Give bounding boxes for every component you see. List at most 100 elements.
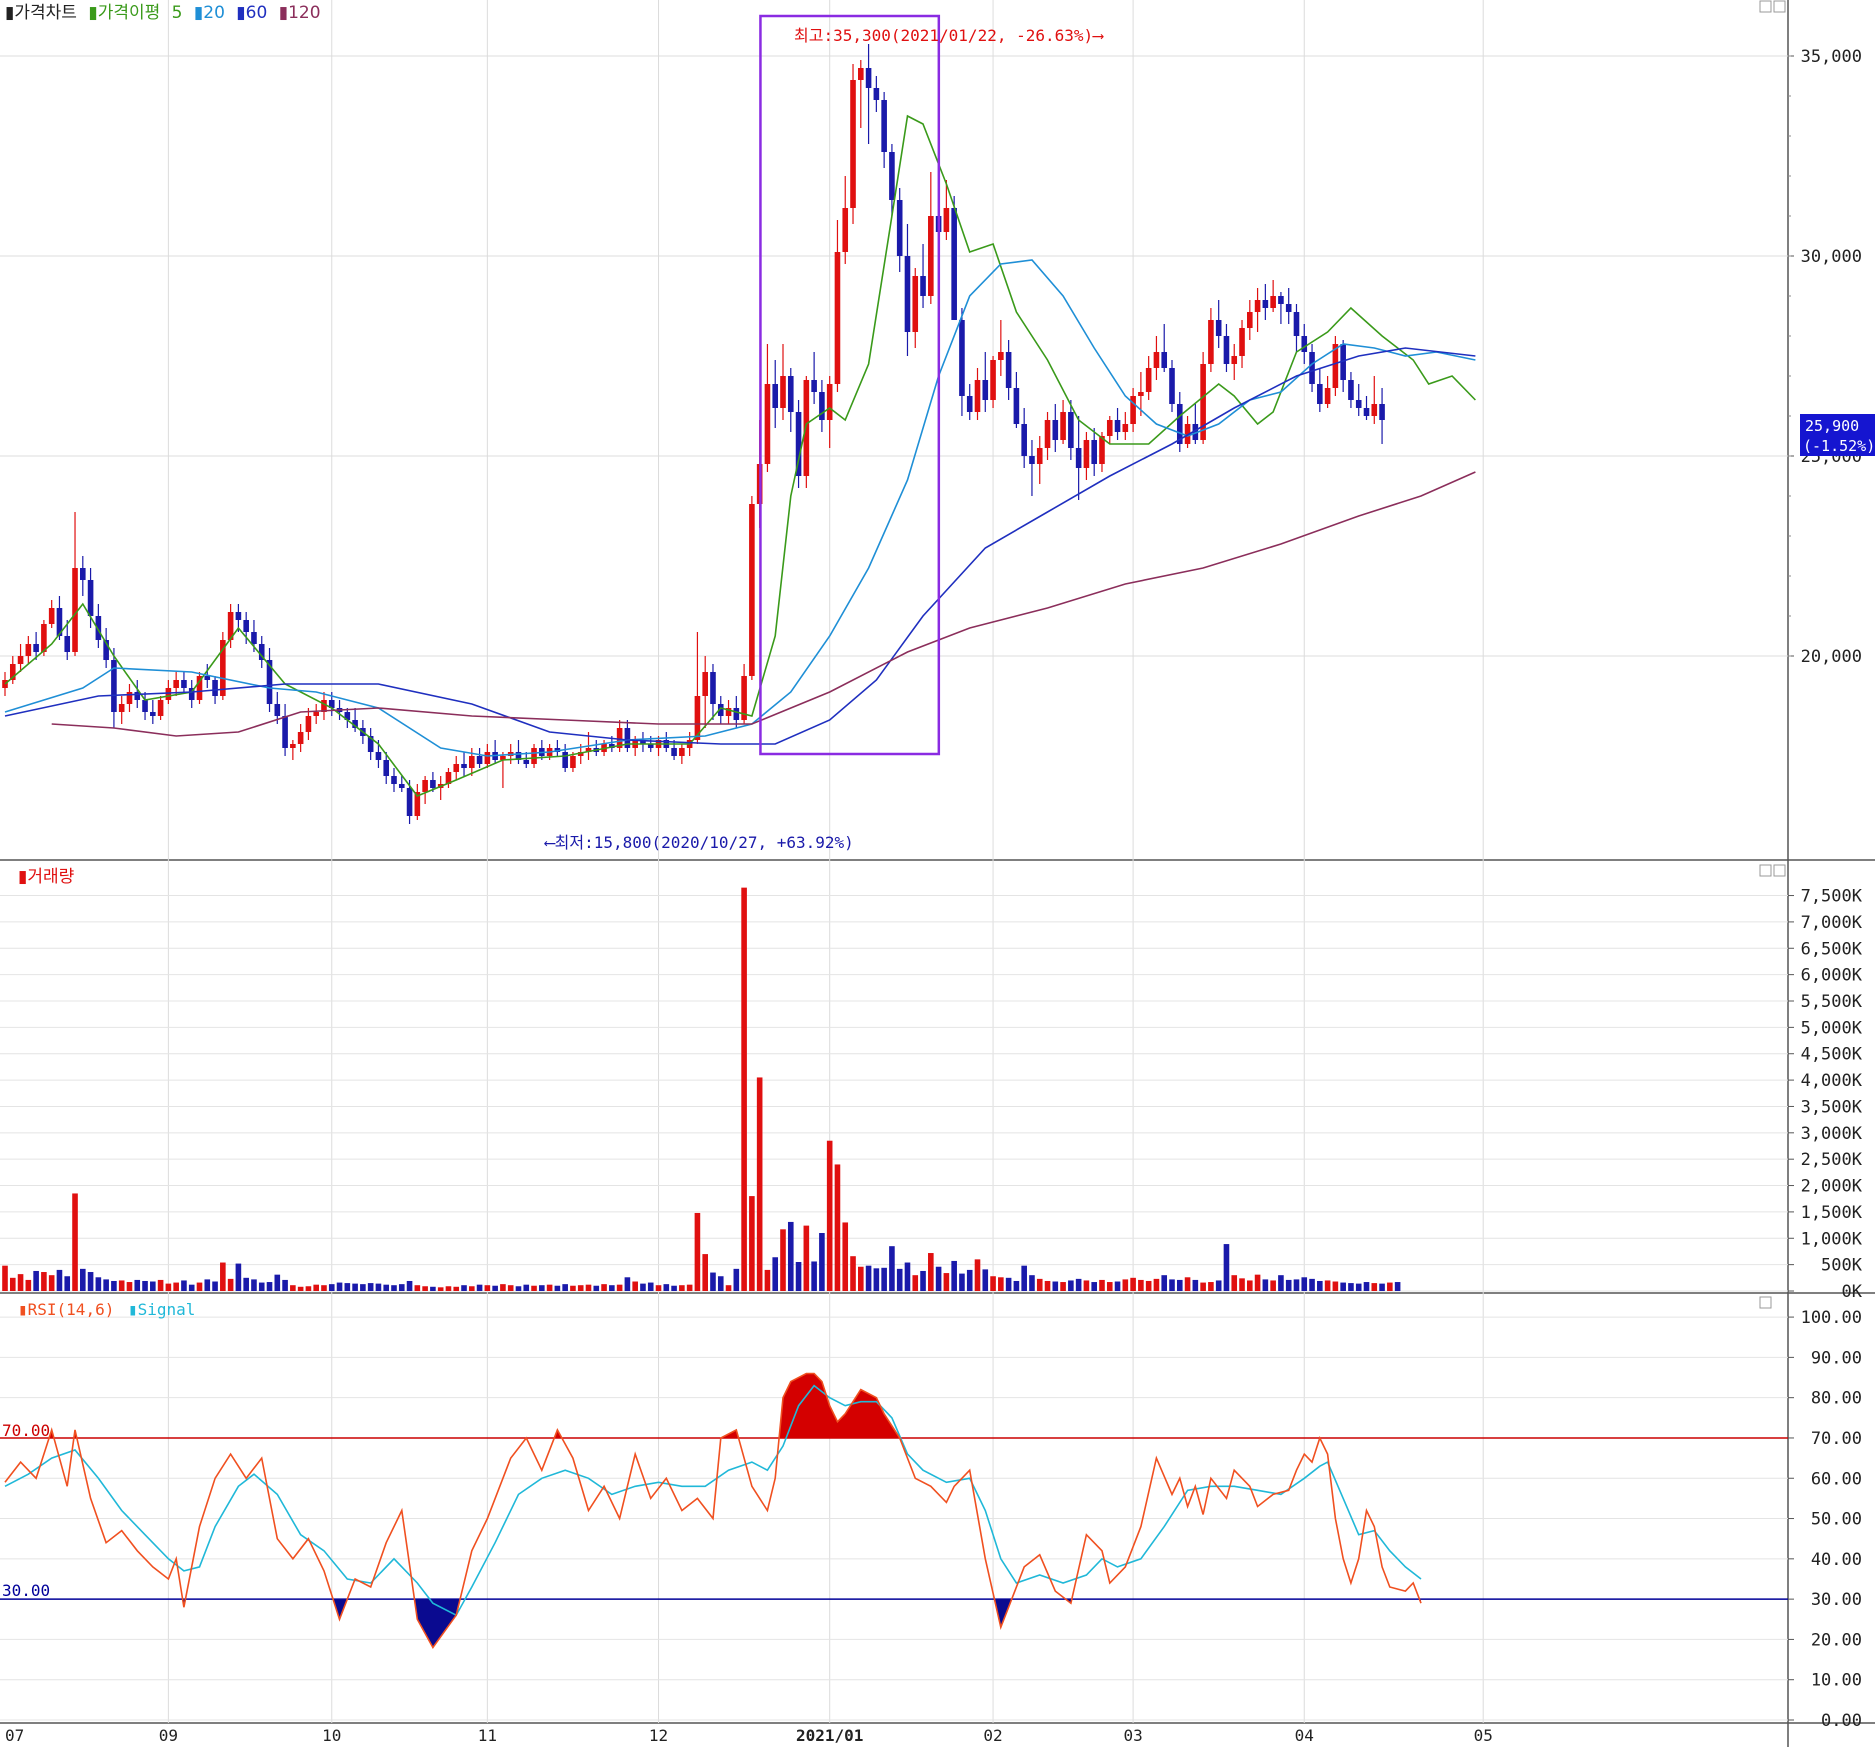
volume-bar	[1208, 1282, 1214, 1291]
last-change-label: (-1.52%)	[1803, 437, 1875, 455]
volume-bar	[453, 1286, 460, 1291]
volume-bar	[1324, 1280, 1331, 1291]
volume-bar	[1099, 1279, 1105, 1291]
candle-body	[1254, 300, 1261, 312]
volume-tick-label: 3,000K	[1801, 1124, 1863, 1144]
candle-body	[243, 620, 249, 632]
candle-body	[290, 744, 296, 748]
volume-bar	[546, 1284, 553, 1291]
volume-bar	[741, 887, 747, 1291]
volume-bar	[1145, 1280, 1152, 1291]
rsi-line	[4, 1372, 1422, 1649]
volume-bar	[507, 1285, 514, 1291]
ma-legend-title: 가격이평	[98, 3, 161, 23]
candle-body	[811, 380, 817, 392]
volume-bar	[577, 1285, 584, 1291]
volume-bar	[632, 1281, 638, 1291]
candle-body	[453, 764, 460, 772]
stock-chart-canvas[interactable]: 07 09 10 11 12 2021/01 02 03 04 05 35,000 30,000 25,…	[0, 0, 1875, 1747]
volume-bar	[1285, 1279, 1292, 1291]
volume-bar	[515, 1286, 522, 1291]
candle-body	[17, 656, 24, 664]
ma-legend-120: 120	[288, 3, 320, 23]
candle-body	[1363, 408, 1370, 416]
candle-body	[1309, 352, 1315, 384]
candle-body	[1223, 336, 1230, 364]
candle-body	[235, 612, 242, 620]
candle-body	[157, 700, 164, 716]
volume-bar	[764, 1269, 771, 1291]
volume-bar	[476, 1284, 483, 1291]
candle-body	[165, 688, 172, 700]
volume-bar	[539, 1285, 545, 1291]
volume-bar	[1231, 1275, 1238, 1291]
candle-body	[749, 504, 755, 676]
grid-lines	[0, 0, 1788, 1723]
candle-body	[1231, 356, 1238, 364]
candle-body	[865, 68, 872, 88]
candle-body	[251, 632, 257, 644]
volume-bar	[896, 1268, 903, 1291]
candle-body	[990, 360, 996, 400]
volume-bar	[819, 1233, 825, 1291]
volume-bar	[1013, 1280, 1020, 1291]
volume-tick-label: 4,500K	[1801, 1045, 1863, 1065]
volume-tick-label: 7,000K	[1801, 913, 1863, 933]
rsi-tick-label: 40.00	[1811, 1550, 1862, 1570]
x-tick-label: 04	[1295, 1726, 1314, 1745]
volume-bar	[1278, 1275, 1284, 1291]
volume-tick-label: 1,000K	[1801, 1229, 1863, 1249]
candle-body	[422, 780, 428, 792]
volume-bar	[609, 1285, 615, 1291]
volume-bar	[383, 1284, 390, 1291]
volume-panel-controls[interactable]	[1759, 864, 1786, 877]
volume-bar	[1192, 1279, 1199, 1291]
volume-bar	[850, 1256, 856, 1291]
volume-bar	[1293, 1279, 1300, 1291]
x-tick-label: 10	[322, 1726, 341, 1745]
high-annotation: 최고:35,300(2021/01/22, -26.63%)⟶	[794, 26, 1104, 45]
rsi-lower-label: 30.00	[2, 1581, 50, 1600]
rsi-upper-label: 70.00	[2, 1421, 50, 1440]
candle-body	[896, 200, 903, 256]
volume-bar	[554, 1285, 561, 1291]
candle-body	[531, 748, 537, 764]
volume-bar	[1122, 1279, 1129, 1291]
candle-body	[1044, 420, 1051, 448]
rsi-panel-controls[interactable]	[1759, 1296, 1772, 1309]
volume-bar	[1317, 1280, 1323, 1291]
candle-body	[1021, 424, 1027, 456]
candle-body	[274, 704, 281, 716]
volume-bar	[235, 1263, 242, 1291]
x-tick-label: 12	[649, 1726, 668, 1745]
candle-body	[1270, 296, 1276, 308]
volume-bar	[220, 1262, 226, 1291]
candle-body	[118, 704, 125, 712]
volume-bar	[725, 1285, 732, 1291]
volume-bar	[150, 1281, 156, 1291]
candle-body	[826, 384, 833, 420]
candle-body	[1106, 420, 1113, 436]
volume-bar	[959, 1273, 965, 1291]
volume-bar	[647, 1282, 654, 1291]
volume-bar	[889, 1246, 895, 1291]
volume-bar	[686, 1284, 693, 1291]
candle-body	[570, 756, 576, 768]
candle-body	[1215, 320, 1222, 336]
candle-body	[313, 712, 319, 716]
candle-body	[1262, 300, 1269, 308]
candle-body	[1068, 412, 1074, 448]
candle-body	[764, 384, 771, 464]
volume-bar	[251, 1279, 257, 1291]
rsi-legend: ▮RSI(14,6) ▮Signal	[18, 1300, 195, 1319]
rsi-tick-label: 90.00	[1811, 1348, 1862, 1368]
price-panel-controls[interactable]	[1759, 0, 1786, 13]
volume-bar	[336, 1282, 343, 1291]
ma-legend-20: 20	[203, 3, 225, 23]
volume-bar	[126, 1282, 133, 1291]
volume-bar	[1262, 1279, 1269, 1291]
volume-tick-label: 6,000K	[1801, 966, 1863, 986]
candle-body	[1075, 448, 1082, 468]
volume-bar	[593, 1285, 600, 1291]
volume-bar	[1223, 1244, 1230, 1291]
